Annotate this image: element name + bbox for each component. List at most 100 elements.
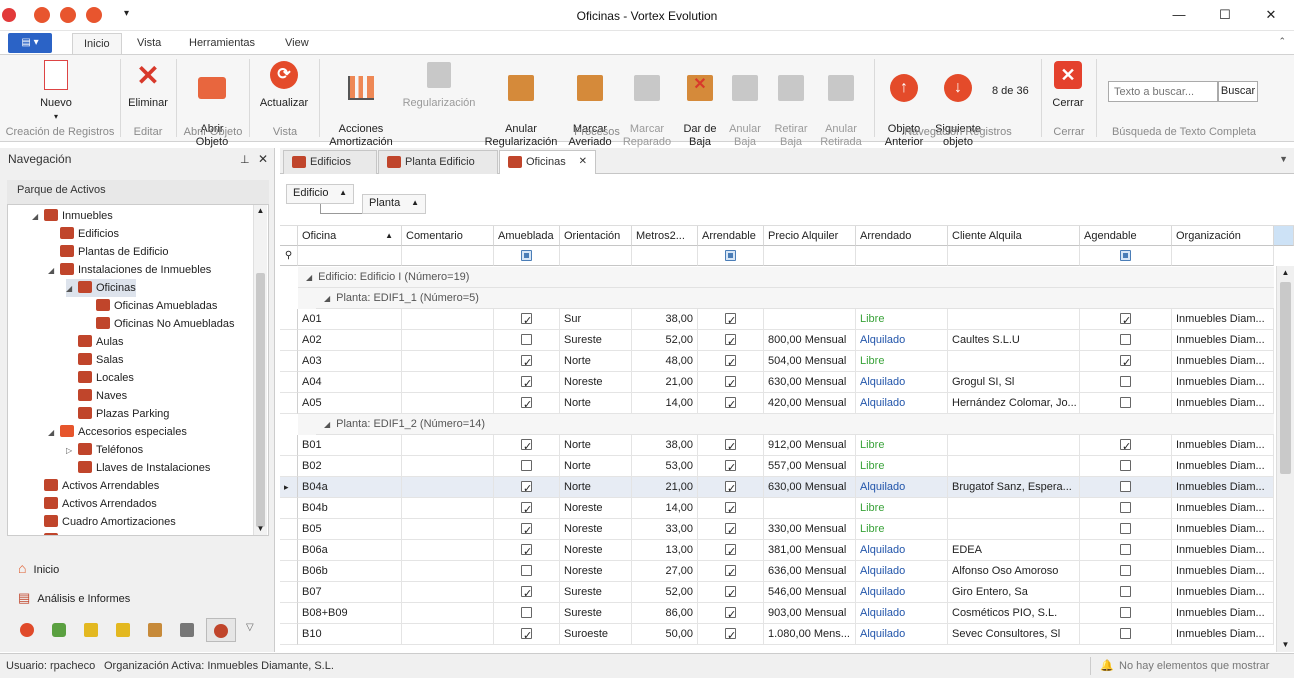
metros-cell[interactable]: 52,00 [632, 582, 698, 603]
orientacion-cell[interactable]: Norte [560, 351, 632, 372]
arrendable-cell[interactable] [698, 624, 764, 645]
oficina-cell[interactable]: B06a [298, 540, 402, 561]
arrendable-cell[interactable] [698, 330, 764, 351]
precio-cell[interactable]: 636,00 Mensual [764, 561, 856, 582]
pin-icon[interactable]: ⊥ [240, 153, 250, 166]
comentario-cell[interactable] [402, 330, 494, 351]
estado-cell[interactable]: Alquilado [856, 477, 948, 498]
minimize-button[interactable]: — [1156, 0, 1202, 30]
precio-cell[interactable]: 903,00 Mensual [764, 603, 856, 624]
box-icon[interactable] [148, 623, 162, 637]
cliente-cell[interactable]: Giro Entero, Sa [948, 582, 1080, 603]
comentario-cell[interactable] [402, 603, 494, 624]
comentario-cell[interactable] [402, 519, 494, 540]
filter-cell[interactable] [698, 246, 764, 266]
close-window-button[interactable]: ✕ [1248, 0, 1294, 30]
amueblada-checkbox[interactable] [521, 565, 532, 576]
agendable-cell[interactable] [1080, 519, 1172, 540]
table-row[interactable]: B05 Noreste 33,00 330,00 Mensual Libre Inmueb… [280, 519, 1274, 540]
amueblada-cell[interactable] [494, 519, 560, 540]
arrendable-checkbox[interactable] [725, 563, 736, 581]
collapse-group-icon[interactable]: ◢ [324, 294, 330, 303]
tab-herramientas[interactable]: Herramientas [178, 33, 266, 54]
arrendable-cell[interactable] [698, 372, 764, 393]
agendable-checkbox[interactable] [1120, 586, 1131, 597]
metros-cell[interactable]: 14,00 [632, 393, 698, 414]
comentario-cell[interactable] [402, 309, 494, 330]
nav-tree-item[interactable]: Plazas Parking [66, 405, 169, 423]
metros-cell[interactable]: 33,00 [632, 519, 698, 540]
orientacion-cell[interactable]: Noreste [560, 498, 632, 519]
oficina-cell[interactable]: B01 [298, 435, 402, 456]
precio-cell[interactable]: 630,00 Mensual [764, 372, 856, 393]
filter-cell[interactable] [560, 246, 632, 266]
arrendable-checkbox[interactable] [725, 353, 736, 371]
cliente-cell[interactable]: Hernández Colomar, Jo... [948, 393, 1080, 414]
agendable-cell[interactable] [1080, 582, 1172, 603]
estado-cell[interactable]: Alquilado [856, 540, 948, 561]
precio-cell[interactable]: 504,00 Mensual [764, 351, 856, 372]
arrendable-cell[interactable] [698, 519, 764, 540]
table-row[interactable]: B06a Noreste 13,00 381,00 Mensual Alquilado E… [280, 540, 1274, 561]
expand-toggle-icon[interactable]: ◢ [32, 208, 44, 226]
table-row[interactable]: B06b Noreste 27,00 636,00 Mensual Alquilado A… [280, 561, 1274, 582]
amueblada-checkbox[interactable] [521, 395, 532, 413]
comentario-cell[interactable] [402, 498, 494, 519]
nav-tree-item[interactable]: Salas [66, 351, 124, 369]
oficina-cell[interactable]: B04a [298, 477, 402, 498]
nav-tree-item[interactable]: ◢ Accesorios especiales [48, 423, 187, 441]
amueblada-checkbox[interactable] [521, 374, 532, 392]
more-shortcuts-icon[interactable]: ▽ [246, 622, 254, 633]
metros-cell[interactable]: 21,00 [632, 372, 698, 393]
settings-shortcut-icon[interactable] [206, 618, 236, 642]
metros-cell[interactable]: 13,00 [632, 540, 698, 561]
orientacion-cell[interactable]: Sur [560, 309, 632, 330]
scroll-up-icon[interactable]: ▲ [254, 205, 267, 217]
nav-tree-item[interactable]: ◢ Inmuebles [32, 207, 113, 225]
nav-tree-item[interactable]: ▷ Teléfonos [66, 441, 143, 459]
comentario-cell[interactable] [402, 435, 494, 456]
filter-cell[interactable] [764, 246, 856, 266]
cliente-cell[interactable]: Brugatof Sanz, Espera... [948, 477, 1080, 498]
arrendable-checkbox[interactable] [725, 521, 736, 539]
table-row[interactable]: B02 Norte 53,00 557,00 Mensual Libre Inmueble… [280, 456, 1274, 477]
estado-cell[interactable]: Alquilado [856, 330, 948, 351]
nav-section-header[interactable]: Parque de Activos [7, 180, 269, 204]
metros-cell[interactable]: 50,00 [632, 624, 698, 645]
amueblada-checkbox[interactable] [521, 542, 532, 560]
metros-cell[interactable]: 27,00 [632, 561, 698, 582]
group-planta[interactable]: Planta ▲ [362, 194, 426, 214]
agendable-cell[interactable] [1080, 540, 1172, 561]
column-chooser-header[interactable] [1274, 226, 1294, 246]
table-row[interactable]: B04b Noreste 14,00 Libre Inmuebles Diam... [280, 498, 1274, 519]
amueblada-cell[interactable] [494, 498, 560, 519]
amueblada-cell[interactable] [494, 435, 560, 456]
coins-arrow-icon[interactable] [116, 623, 130, 637]
agendable-checkbox[interactable] [1120, 353, 1131, 371]
scroll-thumb[interactable] [1280, 282, 1291, 474]
estado-cell[interactable]: Libre [856, 519, 948, 540]
org-cell[interactable]: Inmuebles Diam... [1172, 309, 1274, 330]
org-cell[interactable]: Inmuebles Diam... [1172, 519, 1274, 540]
arrendable-checkbox[interactable] [725, 479, 736, 497]
agendable-checkbox[interactable] [1120, 502, 1131, 513]
orientacion-cell[interactable]: Norte [560, 477, 632, 498]
arrendable-checkbox[interactable] [725, 374, 736, 392]
comentario-cell[interactable] [402, 561, 494, 582]
grid-scrollbar[interactable]: ▲ ▼ [1276, 266, 1294, 652]
arrendable-cell[interactable] [698, 393, 764, 414]
agendable-cell[interactable] [1080, 372, 1172, 393]
expand-toggle-icon[interactable]: ▷ [32, 532, 44, 535]
cliente-cell[interactable] [948, 519, 1080, 540]
cliente-cell[interactable] [948, 456, 1080, 477]
column-header[interactable]: Organización [1172, 226, 1274, 246]
amueblada-cell[interactable] [494, 456, 560, 477]
filter-cell[interactable] [298, 246, 402, 266]
comentario-cell[interactable] [402, 372, 494, 393]
doc-tab-edificios[interactable]: Edificios [283, 150, 377, 174]
filter-cell[interactable] [632, 246, 698, 266]
oficina-cell[interactable]: A04 [298, 372, 402, 393]
tab-inicio[interactable]: Inicio [72, 33, 122, 54]
agendable-cell[interactable] [1080, 456, 1172, 477]
arrendable-cell[interactable] [698, 561, 764, 582]
